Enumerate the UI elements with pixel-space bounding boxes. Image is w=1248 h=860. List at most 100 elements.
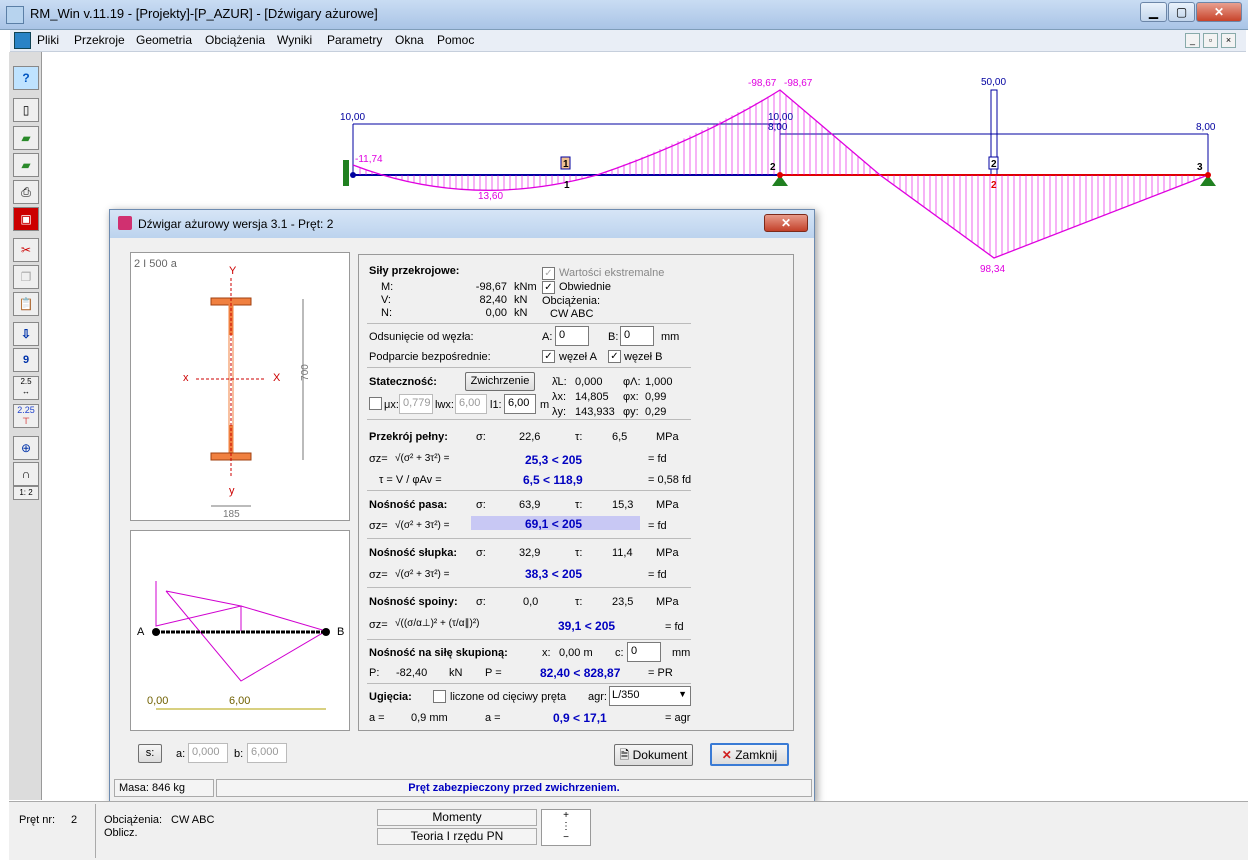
bottom-b-input[interactable]: 6,000 <box>247 743 287 763</box>
lambda-x-value: 14,805 <box>575 391 609 403</box>
envelope-label: Obwiednie <box>559 281 611 293</box>
mass-field: Masa: 846 kg <box>114 779 214 797</box>
bottom-a-input[interactable]: 0,000 <box>188 743 228 763</box>
node-2 <box>777 172 783 178</box>
mode-field[interactable]: Momenty <box>377 809 537 826</box>
post-sz-label: σz= <box>369 569 388 581</box>
print-icon[interactable]: ⎙ <box>13 180 39 204</box>
point-load-value: 50,00 <box>981 77 1006 88</box>
minimize-button[interactable]: ▁ <box>1140 2 1167 22</box>
axis-y-bottom-label: y <box>229 485 235 497</box>
lateral-buckling-button[interactable]: Zwichrzenie <box>465 372 535 391</box>
mdi-restore-icon[interactable]: ▫ <box>1203 33 1218 48</box>
node-icon[interactable]: ⊕ <box>13 436 39 460</box>
envelope-checkbox[interactable]: ✓ <box>542 281 555 294</box>
scale-button[interactable]: 1: 2 <box>13 486 39 500</box>
save-icon[interactable]: ▣ <box>13 207 39 231</box>
load-number-button[interactable]: 9 <box>13 348 39 372</box>
mdi-close-icon[interactable]: × <box>1221 33 1236 48</box>
chord-label: liczone od cięciwy pręta <box>450 691 567 703</box>
weld-title: Nośność spoiny: <box>369 596 458 608</box>
arch-icon[interactable]: ∩ <box>13 462 39 486</box>
m-value: -98,67 <box>475 281 507 293</box>
l1-input[interactable]: 6,00 <box>504 394 536 414</box>
forces-title: Siły przekrojowe: <box>369 265 460 277</box>
beam-node-a <box>152 628 160 636</box>
document-icon: 🗎 <box>619 748 633 762</box>
menu-pliki[interactable]: Pliki <box>34 33 62 47</box>
mu-checkbox[interactable] <box>369 397 382 410</box>
post-sigma-label: σ: <box>476 547 486 559</box>
support-a-checkbox[interactable]: ✓ <box>542 350 555 363</box>
weld-tau-value: 23,5 <box>612 596 634 608</box>
conc-result: 82,40 < 828,87 <box>540 666 621 680</box>
menu-parametry[interactable]: Parametry <box>324 33 385 47</box>
load-arrow-icon[interactable]: ⇩ <box>13 322 39 346</box>
help-button[interactable]: ? <box>13 66 39 90</box>
dimension2-button[interactable]: 2.25 ⊤ <box>13 404 39 428</box>
paste-icon[interactable]: 📋 <box>13 292 39 316</box>
menu-okna[interactable]: Okna <box>392 33 427 47</box>
support-b-label: węzeł B <box>624 351 663 363</box>
m-label: M: <box>381 281 394 293</box>
mdi-doc-icon[interactable] <box>14 32 31 49</box>
calc-status: Oblicz. <box>104 827 138 839</box>
mu-input[interactable]: 0,779 <box>399 394 433 414</box>
close-button[interactable]: ✕ <box>1196 2 1242 22</box>
menu-geometria[interactable]: Geometria <box>133 33 195 47</box>
offset-a-input[interactable]: 0 <box>555 326 589 346</box>
agr-select[interactable]: L/350 ▼ <box>609 686 691 706</box>
lambda-l-label: λ̄L: <box>552 376 567 388</box>
extreme-label: Wartości ekstremalne <box>559 267 665 279</box>
menu-pomoc[interactable]: Pomoc <box>434 33 477 47</box>
defl-result: 0,9 < 17,1 <box>553 711 607 725</box>
dimension2-value: 2.25 <box>17 405 35 415</box>
axis-x-right-label: X <box>273 372 281 384</box>
offset-unit: mm <box>661 331 680 343</box>
separator <box>367 683 691 684</box>
theory-field[interactable]: Teoria I rzędu PN <box>377 828 537 845</box>
cut-icon[interactable]: ✂ <box>13 238 39 262</box>
chord-checkbox[interactable] <box>433 690 446 703</box>
full-sz-label: σz= <box>369 453 388 465</box>
lambda-l-value: 0,000 <box>575 376 603 388</box>
lwx-input[interactable]: 6,00 <box>455 394 487 414</box>
menu-obciazenia[interactable]: Obciążenia <box>202 33 268 47</box>
conc-x-label: x: <box>542 647 551 659</box>
bottom-a-label: a: <box>176 748 186 760</box>
dialog-title-bar: Dźwigar ażurowy wersja 3.1 - Pręt: 2 ✕ <box>110 210 814 238</box>
agr-label: agr: <box>588 691 607 703</box>
moment-peak-b: -98,67 <box>784 78 813 89</box>
dialog-close-icon[interactable]: ✕ <box>764 214 808 232</box>
status-message: Pręt zabezpieczony przed zwichrzeniem. <box>408 782 620 794</box>
support-b-checkbox[interactable]: ✓ <box>608 350 621 363</box>
flange-unit: MPa <box>656 499 679 511</box>
moment-value-1: -11,74 <box>355 154 383 165</box>
node-1-label: 1 <box>564 180 570 191</box>
folder-icon[interactable]: ▰ <box>13 153 39 177</box>
s-button[interactable]: s: <box>138 744 162 763</box>
extreme-checkbox[interactable]: ✓ <box>542 267 555 280</box>
full-tau-value: 6,5 <box>612 431 628 443</box>
open-folder-icon[interactable]: ▰ <box>13 126 39 150</box>
document-button[interactable]: 🗎 Dokument <box>614 744 693 766</box>
weld-tau-label: τ: <box>575 596 583 608</box>
dialog-title: Dźwigar ażurowy wersja 3.1 - Pręt: 2 <box>138 217 334 231</box>
mdi-minimize-icon[interactable]: _ <box>1185 33 1200 48</box>
conc-c-input[interactable]: 0 <box>627 642 661 662</box>
copy-icon[interactable]: ❐ <box>13 265 39 289</box>
offset-b-input[interactable]: 0 <box>620 326 654 346</box>
fixed-support-icon <box>343 160 349 186</box>
dimension-button[interactable]: 2.5 ↔ <box>13 376 39 400</box>
new-file-icon[interactable]: ▯ <box>13 98 39 122</box>
post-sigma-value: 32,9 <box>519 547 541 559</box>
phi-y-label: φy: <box>623 406 639 418</box>
close-dialog-button[interactable]: ✕ Zamknij <box>710 743 789 766</box>
menu-przekroje[interactable]: Przekroje <box>71 33 128 47</box>
menu-wyniki[interactable]: Wyniki <box>274 33 315 47</box>
flange-tau-value: 15,3 <box>612 499 634 511</box>
conc-p-unit: kN <box>449 667 463 679</box>
maximize-button[interactable]: ▢ <box>1168 2 1195 22</box>
flange-fd: = fd <box>648 520 667 532</box>
weld-sigma-label: σ: <box>476 596 486 608</box>
